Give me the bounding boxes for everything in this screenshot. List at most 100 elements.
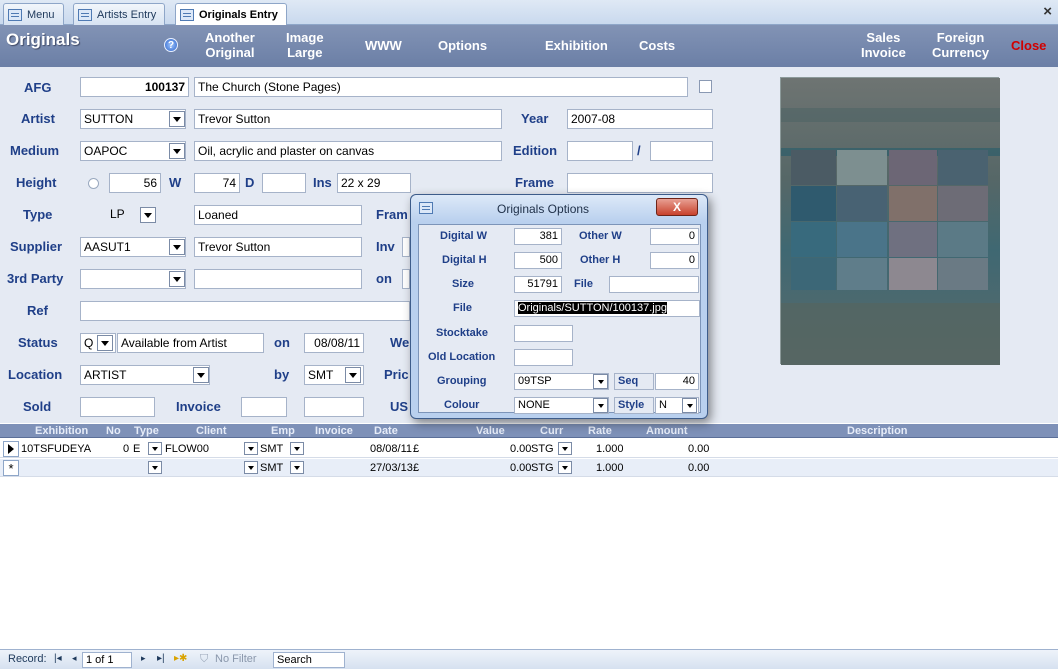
edition-number-field[interactable] <box>567 141 633 161</box>
cell-date[interactable]: 27/03/13 <box>370 462 413 474</box>
column-header[interactable]: Description <box>847 425 908 437</box>
cell-rate[interactable]: 1.000 <box>596 443 624 455</box>
cell-value[interactable]: 0.00 <box>510 443 531 455</box>
size-field[interactable]: 51791 <box>514 276 562 293</box>
artist-name-field[interactable]: Trevor Sutton <box>194 109 502 129</box>
search-input[interactable]: Search <box>273 652 345 668</box>
cell-no[interactable]: 0 <box>123 443 129 455</box>
invoice-field[interactable] <box>241 397 287 417</box>
chevron-down-icon[interactable] <box>169 239 185 255</box>
edition-total-field[interactable] <box>650 141 713 161</box>
column-header[interactable]: Value <box>476 425 505 437</box>
column-header[interactable]: Date <box>374 425 398 437</box>
other-w-field[interactable]: 0 <box>650 228 699 245</box>
cell-exhibition[interactable]: 10TSFUDEYA <box>21 443 91 455</box>
close-icon[interactable]: X <box>656 198 698 216</box>
tab-artists-entry[interactable]: Artists Entry <box>73 3 166 25</box>
type-desc-field[interactable]: Loaned <box>194 205 362 225</box>
dialog-titlebar[interactable]: Originals Options X <box>411 195 707 222</box>
chevron-down-icon[interactable] <box>244 461 258 474</box>
record-position-field[interactable]: 1 of 1 <box>82 652 132 668</box>
depth-field[interactable] <box>262 173 306 193</box>
cell-type[interactable]: E <box>133 443 140 455</box>
location-combo[interactable]: ARTIST <box>80 365 210 385</box>
no-filter-button[interactable]: No Filter <box>215 653 257 665</box>
frame-field[interactable] <box>567 173 713 193</box>
third-party-name-field[interactable] <box>194 269 362 289</box>
first-record-icon[interactable]: |◂ <box>54 653 62 664</box>
cell-curr[interactable]: STG <box>531 443 554 455</box>
cell-client[interactable]: FLOW00 <box>165 443 209 455</box>
inches-field[interactable]: 22 x 29 <box>337 173 411 193</box>
afg-field[interactable]: 100137 <box>80 77 189 97</box>
table-row[interactable]: 10TSFUDEYA 0 E FLOW00 SMT 08/08/11 £ 0.0… <box>0 440 1058 458</box>
chevron-down-icon[interactable] <box>169 143 185 159</box>
sales-invoice-button[interactable]: Sales Invoice <box>861 30 906 60</box>
table-row-new[interactable]: * SMT 27/03/13 £ 0.00 STG 1.000 0.00 <box>0 459 1058 477</box>
www-button[interactable]: WWW <box>365 38 402 53</box>
flag-checkbox[interactable] <box>699 80 712 93</box>
ref-field[interactable] <box>80 301 410 321</box>
cell-value-currency[interactable]: £ <box>413 443 419 455</box>
cell-value[interactable]: 0.00 <box>510 462 531 474</box>
chevron-down-icon[interactable] <box>558 442 572 455</box>
another-original-button[interactable]: Another Original <box>205 30 255 60</box>
chevron-down-icon[interactable] <box>593 374 608 389</box>
old-location-field[interactable] <box>514 349 573 366</box>
cell-amount[interactable]: 0.00 <box>688 462 709 474</box>
help-icon[interactable]: ? <box>164 38 178 52</box>
sold-field[interactable] <box>80 397 155 417</box>
new-record-marker[interactable]: * <box>3 460 19 476</box>
column-header[interactable]: Rate <box>588 425 612 437</box>
chevron-down-icon[interactable] <box>558 461 572 474</box>
last-record-icon[interactable]: ▸| <box>157 653 165 664</box>
chevron-down-icon[interactable] <box>345 367 361 383</box>
digital-w-field[interactable]: 381 <box>514 228 562 245</box>
cell-emp[interactable]: SMT <box>260 443 283 455</box>
column-header[interactable]: Client <box>196 425 227 437</box>
row-selector-current[interactable] <box>3 441 19 457</box>
cell-amount[interactable]: 0.00 <box>688 443 709 455</box>
column-header[interactable]: Curr <box>540 425 563 437</box>
options-button[interactable]: Options <box>438 38 487 53</box>
cell-emp[interactable]: SMT <box>260 462 283 474</box>
height-radio[interactable] <box>88 178 99 189</box>
third-party-date-field[interactable] <box>402 269 410 289</box>
width-field[interactable]: 74 <box>194 173 240 193</box>
medium-desc-field[interactable]: Oil, acrylic and plaster on canvas <box>194 141 502 161</box>
filter-icon[interactable]: ⛉ <box>200 653 208 666</box>
chevron-down-icon[interactable] <box>682 398 697 413</box>
foreign-currency-button[interactable]: Foreign Currency <box>932 30 989 60</box>
close-button[interactable]: Close <box>1011 38 1046 53</box>
chevron-down-icon[interactable] <box>193 367 209 383</box>
stocktake-field[interactable] <box>514 325 573 342</box>
status-desc-field[interactable]: Available from Artist <box>117 333 264 353</box>
chevron-down-icon[interactable] <box>169 271 185 287</box>
chevron-down-icon[interactable] <box>148 461 162 474</box>
file-path-field[interactable]: Originals/SUTTON/100137.jpg <box>514 300 700 317</box>
seq-field[interactable]: 40 <box>655 373 699 390</box>
tab-originals-entry[interactable]: Originals Entry <box>175 3 287 26</box>
chevron-down-icon[interactable] <box>290 442 304 455</box>
chevron-down-icon[interactable] <box>169 111 185 127</box>
year-field[interactable]: 2007-08 <box>567 109 713 129</box>
close-icon[interactable]: × <box>1043 3 1052 20</box>
next-record-icon[interactable]: ▸ <box>141 653 146 664</box>
cell-curr[interactable]: STG <box>531 462 554 474</box>
column-header[interactable]: Exhibition <box>35 425 88 437</box>
chevron-down-icon[interactable] <box>140 207 156 223</box>
column-header[interactable]: Emp <box>271 425 295 437</box>
supplier-name-field[interactable]: Trevor Sutton <box>194 237 362 257</box>
cell-rate[interactable]: 1.000 <box>596 462 624 474</box>
artwork-image[interactable] <box>780 77 1000 365</box>
digital-h-field[interactable]: 500 <box>514 252 562 269</box>
cell-value-currency[interactable]: £ <box>413 462 419 474</box>
chevron-down-icon[interactable] <box>593 398 608 413</box>
file-name-field[interactable] <box>609 276 699 293</box>
column-header[interactable]: Invoice <box>315 425 353 437</box>
new-record-icon[interactable]: ▸✱ <box>174 653 187 664</box>
status-date-field[interactable]: 08/08/11 <box>304 333 364 353</box>
chevron-down-icon[interactable] <box>290 461 304 474</box>
cell-date[interactable]: 08/08/11 <box>370 443 412 455</box>
title-field[interactable]: The Church (Stone Pages) <box>194 77 688 97</box>
